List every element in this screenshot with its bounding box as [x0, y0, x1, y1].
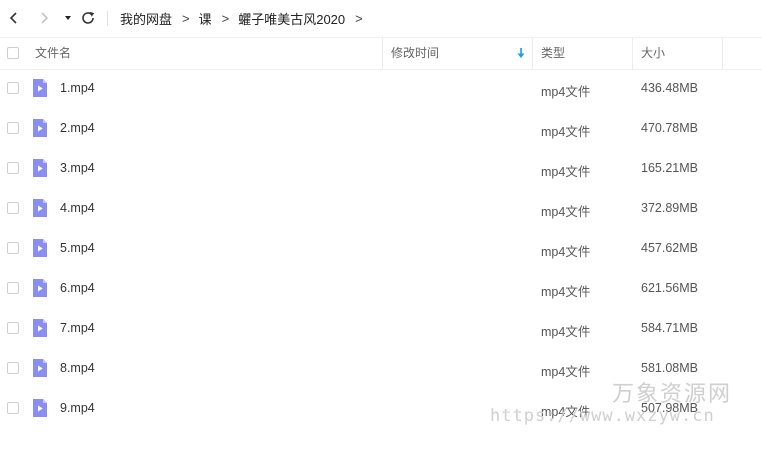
file-type: mp4文件 [541, 285, 591, 299]
row-checkbox[interactable] [7, 282, 19, 294]
file-row[interactable]: 4.mp4 mp4文件 372.89MB [0, 188, 762, 228]
column-divider[interactable] [722, 38, 723, 69]
file-size: 165.21MB [641, 161, 698, 175]
row-checkbox[interactable] [7, 322, 19, 334]
row-checkbox[interactable] [7, 402, 19, 414]
row-checkbox[interactable] [7, 242, 19, 254]
breadcrumb: 我的网盘 > 课 > 蠷子唯美古风2020 > [120, 0, 372, 36]
watermark-url: https://www.wxzyw.cn [490, 406, 715, 426]
video-file-icon [33, 199, 47, 217]
column-divider[interactable] [632, 38, 633, 69]
row-checkbox[interactable] [7, 82, 19, 94]
file-name[interactable]: 3.mp4 [60, 161, 95, 175]
chevron-right-icon [41, 12, 49, 24]
select-all-checkbox[interactable] [7, 47, 19, 59]
video-file-icon [33, 359, 47, 377]
file-name[interactable]: 9.mp4 [60, 401, 95, 415]
column-header-name[interactable]: 文件名 [35, 38, 71, 69]
file-size: 581.08MB [641, 361, 698, 375]
row-checkbox[interactable] [7, 162, 19, 174]
file-name[interactable]: 5.mp4 [60, 241, 95, 255]
video-file-icon [33, 79, 47, 97]
watermark-title: 万象资源网 [612, 382, 733, 407]
file-size: 436.48MB [641, 81, 698, 95]
video-file-icon [33, 239, 47, 257]
file-type: mp4文件 [541, 85, 591, 99]
row-checkbox[interactable] [7, 122, 19, 134]
file-type: mp4文件 [541, 125, 591, 139]
refresh-icon [82, 11, 95, 24]
column-header-size[interactable]: 大小 [641, 38, 665, 69]
chevron-left-icon [9, 12, 17, 24]
breadcrumb-item-my-drive[interactable]: 我的网盘 [120, 9, 172, 28]
file-row[interactable]: 5.mp4 mp4文件 457.62MB [0, 228, 762, 268]
file-name[interactable]: 4.mp4 [60, 201, 95, 215]
toolbar-divider [107, 11, 108, 26]
video-file-icon [33, 159, 47, 177]
back-button[interactable] [4, 8, 24, 28]
file-size: 470.78MB [641, 121, 698, 135]
history-dropdown-button[interactable] [58, 8, 78, 28]
row-checkbox[interactable] [7, 362, 19, 374]
file-name[interactable]: 7.mp4 [60, 321, 95, 335]
file-type: mp4文件 [541, 165, 591, 179]
file-row[interactable]: 3.mp4 mp4文件 165.21MB [0, 148, 762, 188]
file-type: mp4文件 [541, 365, 591, 379]
file-name[interactable]: 1.mp4 [60, 81, 95, 95]
video-file-icon [33, 399, 47, 417]
toolbar: 我的网盘 > 课 > 蠷子唯美古风2020 > [0, 0, 762, 36]
file-size: 584.71MB [641, 321, 698, 335]
sort-descending-icon[interactable] [515, 47, 527, 59]
file-name[interactable]: 2.mp4 [60, 121, 95, 135]
caret-down-icon [65, 16, 71, 20]
file-size: 621.56MB [641, 281, 698, 295]
file-row[interactable]: 7.mp4 mp4文件 584.71MB [0, 308, 762, 348]
column-header-type[interactable]: 类型 [541, 38, 565, 69]
breadcrumb-item-current-folder[interactable]: 蠷子唯美古风2020 [238, 9, 345, 28]
video-file-icon [33, 119, 47, 137]
video-file-icon [33, 319, 47, 337]
forward-button[interactable] [34, 8, 54, 28]
file-size: 372.89MB [641, 201, 698, 215]
refresh-button[interactable] [78, 8, 98, 28]
file-name[interactable]: 6.mp4 [60, 281, 95, 295]
column-divider[interactable] [382, 38, 383, 69]
breadcrumb-separator: > [355, 10, 363, 26]
file-type: mp4文件 [541, 245, 591, 259]
video-file-icon [33, 279, 47, 297]
breadcrumb-item-course[interactable]: 课 [199, 9, 212, 28]
file-row[interactable]: 2.mp4 mp4文件 470.78MB [0, 108, 762, 148]
file-type: mp4文件 [541, 205, 591, 219]
row-checkbox[interactable] [7, 202, 19, 214]
file-name[interactable]: 8.mp4 [60, 361, 95, 375]
breadcrumb-separator: > [182, 10, 190, 26]
column-header-modified[interactable]: 修改时间 [391, 38, 439, 69]
file-type: mp4文件 [541, 325, 591, 339]
file-size: 457.62MB [641, 241, 698, 255]
file-row[interactable]: 6.mp4 mp4文件 621.56MB [0, 268, 762, 308]
file-row[interactable]: 1.mp4 mp4文件 436.48MB [0, 68, 762, 108]
breadcrumb-separator: > [221, 10, 230, 26]
column-divider[interactable] [532, 38, 533, 69]
file-list-header: 文件名 修改时间 类型 大小 [0, 37, 762, 70]
